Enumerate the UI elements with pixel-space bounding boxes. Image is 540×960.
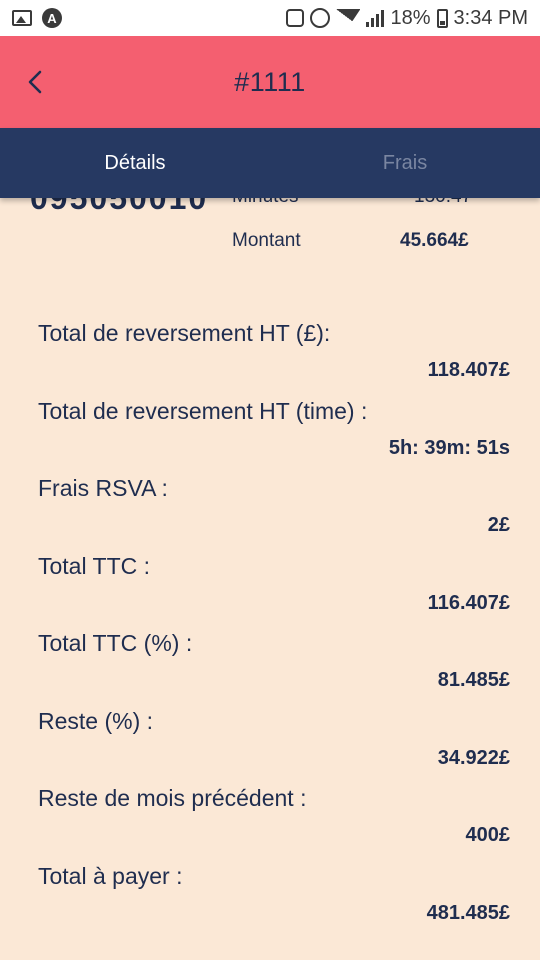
summary-value: 118.407£	[427, 359, 510, 381]
details-content: 095050010 Minutes 130.47 Montant 45.664£…	[0, 198, 540, 960]
summary-row: Total à payer : 481.485£	[0, 859, 540, 937]
summary-label: Reste de mois précédent :	[38, 785, 307, 811]
tab-details[interactable]: Détails	[0, 128, 270, 198]
summary-row: Total TTC : 116.407£	[0, 549, 540, 627]
status-bar: A 18% 3:34 PM	[0, 0, 540, 36]
summary-value: 5h: 39m: 51s	[388, 436, 510, 459]
summary-value: 481.485£	[426, 901, 510, 924]
summary-label: Total de reversement HT (time) :	[38, 397, 368, 424]
summary-row: Reste de mois précédent : 400£	[0, 781, 540, 859]
summary-value: 116.407£	[427, 591, 510, 614]
clock: 3:34 PM	[453, 6, 528, 29]
summary-label: Total à payer :	[38, 862, 183, 889]
back-button[interactable]	[14, 60, 58, 104]
summary-row: Reste (%) : 34.922£	[0, 704, 540, 782]
summary-value: 2£	[487, 514, 510, 536]
montant-label: Montant	[232, 230, 301, 251]
tab-frais[interactable]: Frais	[270, 128, 540, 198]
summary-value: 81.485£	[437, 669, 510, 691]
summary-row: Frais RSVA : 2£	[0, 471, 540, 549]
minutes-value: 130.47	[414, 198, 472, 208]
status-left-icons: A	[12, 8, 62, 28]
lock-icon	[286, 9, 305, 27]
battery-icon	[436, 8, 448, 28]
wifi-icon	[336, 9, 361, 27]
summary-row: Total de reversement HT (time) : 5h: 39m…	[0, 394, 540, 472]
summary-row: Total de reversement HT (£): 118.407£	[0, 316, 540, 394]
summary-row: Total TTC (%) : 81.485£	[0, 626, 540, 704]
summary-value: 34.922£	[437, 746, 510, 769]
signal-icon	[366, 9, 385, 27]
summary-label: Frais RSVA :	[38, 475, 168, 501]
status-right-icons: 18% 3:34 PM	[286, 7, 528, 30]
battery-percent: 18%	[390, 6, 431, 29]
chevron-left-icon	[28, 70, 42, 94]
gallery-notification-icon	[12, 10, 32, 26]
app-notification-icon: A	[42, 8, 62, 28]
summary-label: Total TTC :	[38, 552, 151, 579]
summary-label: Total de reversement HT (£):	[38, 320, 331, 346]
call-number: 095050010	[30, 198, 209, 216]
summary-label: Total TTC (%) :	[38, 630, 193, 656]
alarm-icon	[310, 8, 331, 28]
app-bar: #1111	[0, 36, 540, 128]
minutes-label: Minutes	[232, 198, 299, 208]
page-title: #1111	[234, 66, 306, 97]
summary-list: Total de reversement HT (£): 118.407£ To…	[0, 316, 540, 936]
summary-value: 400£	[465, 824, 511, 846]
montant-value: 45.664£	[400, 230, 469, 251]
summary-label: Reste (%) :	[38, 707, 154, 734]
tab-bar: Détails Frais	[0, 128, 540, 198]
